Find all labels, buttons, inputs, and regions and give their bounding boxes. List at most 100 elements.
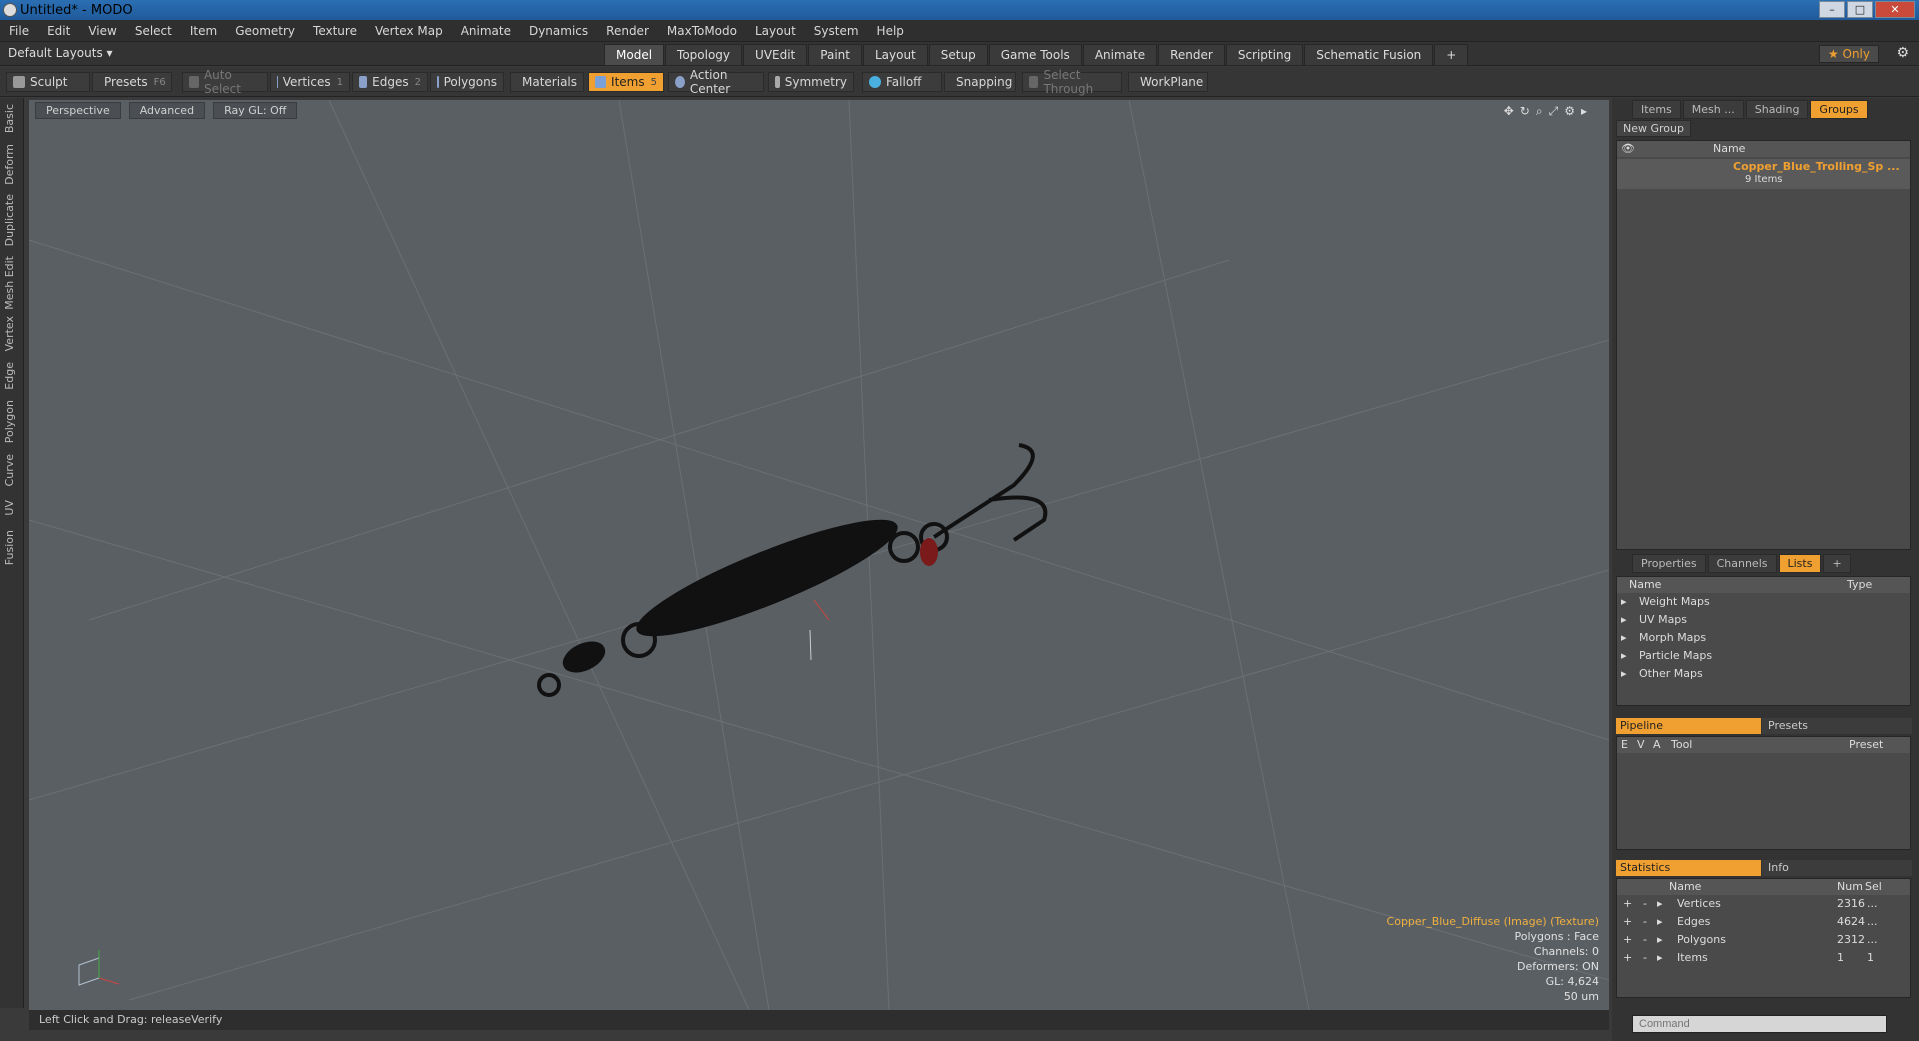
- add-icon[interactable]: +: [1623, 933, 1632, 946]
- raygl-dropdown[interactable]: Ray GL: Off: [213, 102, 298, 119]
- expand-arrow-icon[interactable]: ▸: [1657, 933, 1663, 946]
- minimize-icon[interactable]: –: [1819, 1, 1845, 18]
- new-group-button[interactable]: New Group: [1616, 120, 1691, 137]
- menu-animate[interactable]: Animate: [452, 24, 520, 38]
- presets-tab[interactable]: Presets: [1762, 718, 1912, 734]
- maximize-icon[interactable]: □: [1847, 1, 1873, 18]
- add-tab-button[interactable]: +: [1434, 44, 1469, 66]
- tab-render[interactable]: Render: [1158, 44, 1225, 66]
- tab-properties[interactable]: Properties: [1632, 554, 1706, 573]
- tab-mesh-edit[interactable]: Mesh Edit: [3, 256, 16, 310]
- view-settings-icon[interactable]: ⚙: [1564, 104, 1581, 118]
- add-icon[interactable]: +: [1623, 897, 1632, 910]
- menu-maxtomodo[interactable]: MaxToModo: [658, 24, 746, 38]
- list-item[interactable]: ▸ Other Maps: [1617, 667, 1910, 685]
- tab-schematic-fusion[interactable]: Schematic Fusion: [1304, 44, 1434, 66]
- action-center-button[interactable]: Action Center: [668, 68, 764, 96]
- menu-system[interactable]: System: [805, 24, 868, 38]
- expand-arrow-icon[interactable]: ▸: [1621, 649, 1627, 662]
- tab-items[interactable]: Items: [1632, 100, 1681, 119]
- menu-item[interactable]: Item: [181, 24, 226, 38]
- expand-arrow-icon[interactable]: ▸: [1621, 595, 1627, 608]
- menu-vertex-map[interactable]: Vertex Map: [366, 24, 452, 38]
- table-row[interactable]: + - ▸ Vertices 2316...: [1617, 897, 1910, 915]
- tab-animate[interactable]: Animate: [1082, 44, 1158, 66]
- tab-fusion[interactable]: Fusion: [3, 530, 16, 565]
- tab-game-tools[interactable]: Game Tools: [988, 44, 1082, 66]
- tab-edge[interactable]: Edge: [3, 362, 16, 390]
- tab-uvedit[interactable]: UVEdit: [743, 44, 808, 66]
- add-icon[interactable]: +: [1623, 915, 1632, 928]
- fishing-lure-model[interactable]: [29, 100, 1609, 1010]
- materials-button[interactable]: Materials: [510, 72, 584, 92]
- table-row[interactable]: + - ▸ Edges 4624...: [1617, 915, 1910, 933]
- tab-curve[interactable]: Curve: [3, 454, 16, 486]
- tab-polygon[interactable]: Polygon: [3, 400, 16, 443]
- tab-model[interactable]: Model: [604, 44, 665, 66]
- command-input[interactable]: [1632, 1015, 1887, 1033]
- tab-layout[interactable]: Layout: [862, 44, 928, 66]
- symmetry-button[interactable]: Symmetry: [768, 72, 854, 92]
- menu-edit[interactable]: Edit: [38, 24, 79, 38]
- move-view-icon[interactable]: ✥: [1504, 104, 1520, 118]
- list-item[interactable]: ▸ UV Maps: [1617, 613, 1910, 631]
- 3d-viewport[interactable]: Perspective Advanced Ray GL: Off ✥↻⌕⤢⚙▸ …: [29, 100, 1609, 1010]
- menu-dynamics[interactable]: Dynamics: [520, 24, 597, 38]
- tab-paint[interactable]: Paint: [808, 44, 862, 66]
- select-through-button[interactable]: Select Through: [1022, 68, 1122, 96]
- presets-button[interactable]: Presets F6: [92, 72, 172, 92]
- tab-topology[interactable]: Topology: [665, 44, 743, 66]
- tab-vertex[interactable]: Vertex: [3, 316, 16, 351]
- list-item[interactable]: ▸ Particle Maps: [1617, 649, 1910, 667]
- remove-icon[interactable]: -: [1643, 915, 1647, 928]
- menu-file[interactable]: File: [0, 24, 38, 38]
- expand-arrow-icon[interactable]: ▸: [1657, 951, 1663, 964]
- menu-texture[interactable]: Texture: [304, 24, 366, 38]
- expand-arrow-icon[interactable]: ▸: [1621, 631, 1627, 644]
- fit-view-icon[interactable]: ⤢: [1549, 104, 1565, 118]
- tab-lists[interactable]: Lists: [1778, 554, 1822, 573]
- add-icon[interactable]: +: [1623, 951, 1632, 964]
- zoom-view-icon[interactable]: ⌕: [1536, 104, 1549, 118]
- tab-channels[interactable]: Channels: [1707, 554, 1777, 573]
- tab-duplicate[interactable]: Duplicate: [3, 194, 16, 246]
- add-panel-tab-button[interactable]: +: [1823, 554, 1851, 573]
- auto-select-button[interactable]: Auto Select: [182, 68, 268, 96]
- menu-help[interactable]: Help: [868, 24, 913, 38]
- remove-icon[interactable]: -: [1643, 933, 1647, 946]
- snapping-button[interactable]: Snapping: [944, 72, 1016, 92]
- list-item[interactable]: ▸ Weight Maps: [1617, 595, 1910, 613]
- expand-arrow-icon[interactable]: ▸: [1621, 613, 1627, 626]
- expand-view-icon[interactable]: ▸: [1581, 104, 1593, 118]
- sculpt-button[interactable]: Sculpt: [6, 72, 90, 92]
- tab-uv[interactable]: UV: [3, 500, 16, 516]
- info-tab[interactable]: Info: [1762, 860, 1912, 876]
- menu-layout[interactable]: Layout: [746, 24, 805, 38]
- advanced-dropdown[interactable]: Advanced: [128, 102, 206, 119]
- menu-select[interactable]: Select: [126, 24, 181, 38]
- statistics-tab[interactable]: Statistics: [1616, 860, 1761, 876]
- remove-icon[interactable]: -: [1643, 951, 1647, 964]
- pipeline-tab[interactable]: Pipeline: [1616, 718, 1761, 734]
- rotate-view-icon[interactable]: ↻: [1520, 104, 1536, 118]
- menu-geometry[interactable]: Geometry: [226, 24, 304, 38]
- expand-arrow-icon[interactable]: ▸: [1657, 915, 1663, 928]
- gear-icon[interactable]: ⚙: [1896, 45, 1909, 61]
- expand-arrow-icon[interactable]: ▸: [1621, 667, 1627, 680]
- falloff-button[interactable]: Falloff: [862, 72, 942, 92]
- tab-mesh[interactable]: Mesh ...: [1682, 100, 1744, 119]
- expand-arrow-icon[interactable]: ▸: [1657, 897, 1663, 910]
- items-button[interactable]: Items 5: [588, 72, 664, 92]
- tab-shading[interactable]: Shading: [1745, 100, 1809, 119]
- menu-render[interactable]: Render: [597, 24, 658, 38]
- polygons-button[interactable]: Polygons: [430, 72, 504, 92]
- layout-selector[interactable]: Default Layouts ▾: [8, 46, 113, 60]
- tab-setup[interactable]: Setup: [928, 44, 988, 66]
- tab-scripting[interactable]: Scripting: [1225, 44, 1304, 66]
- tab-basic[interactable]: Basic: [3, 104, 16, 133]
- table-row[interactable]: + - ▸ Items 1 1: [1617, 951, 1910, 969]
- vertices-button[interactable]: Vertices 1: [270, 72, 350, 92]
- edges-button[interactable]: Edges 2: [352, 72, 428, 92]
- menu-view[interactable]: View: [79, 24, 125, 38]
- close-icon[interactable]: ✕: [1875, 1, 1915, 18]
